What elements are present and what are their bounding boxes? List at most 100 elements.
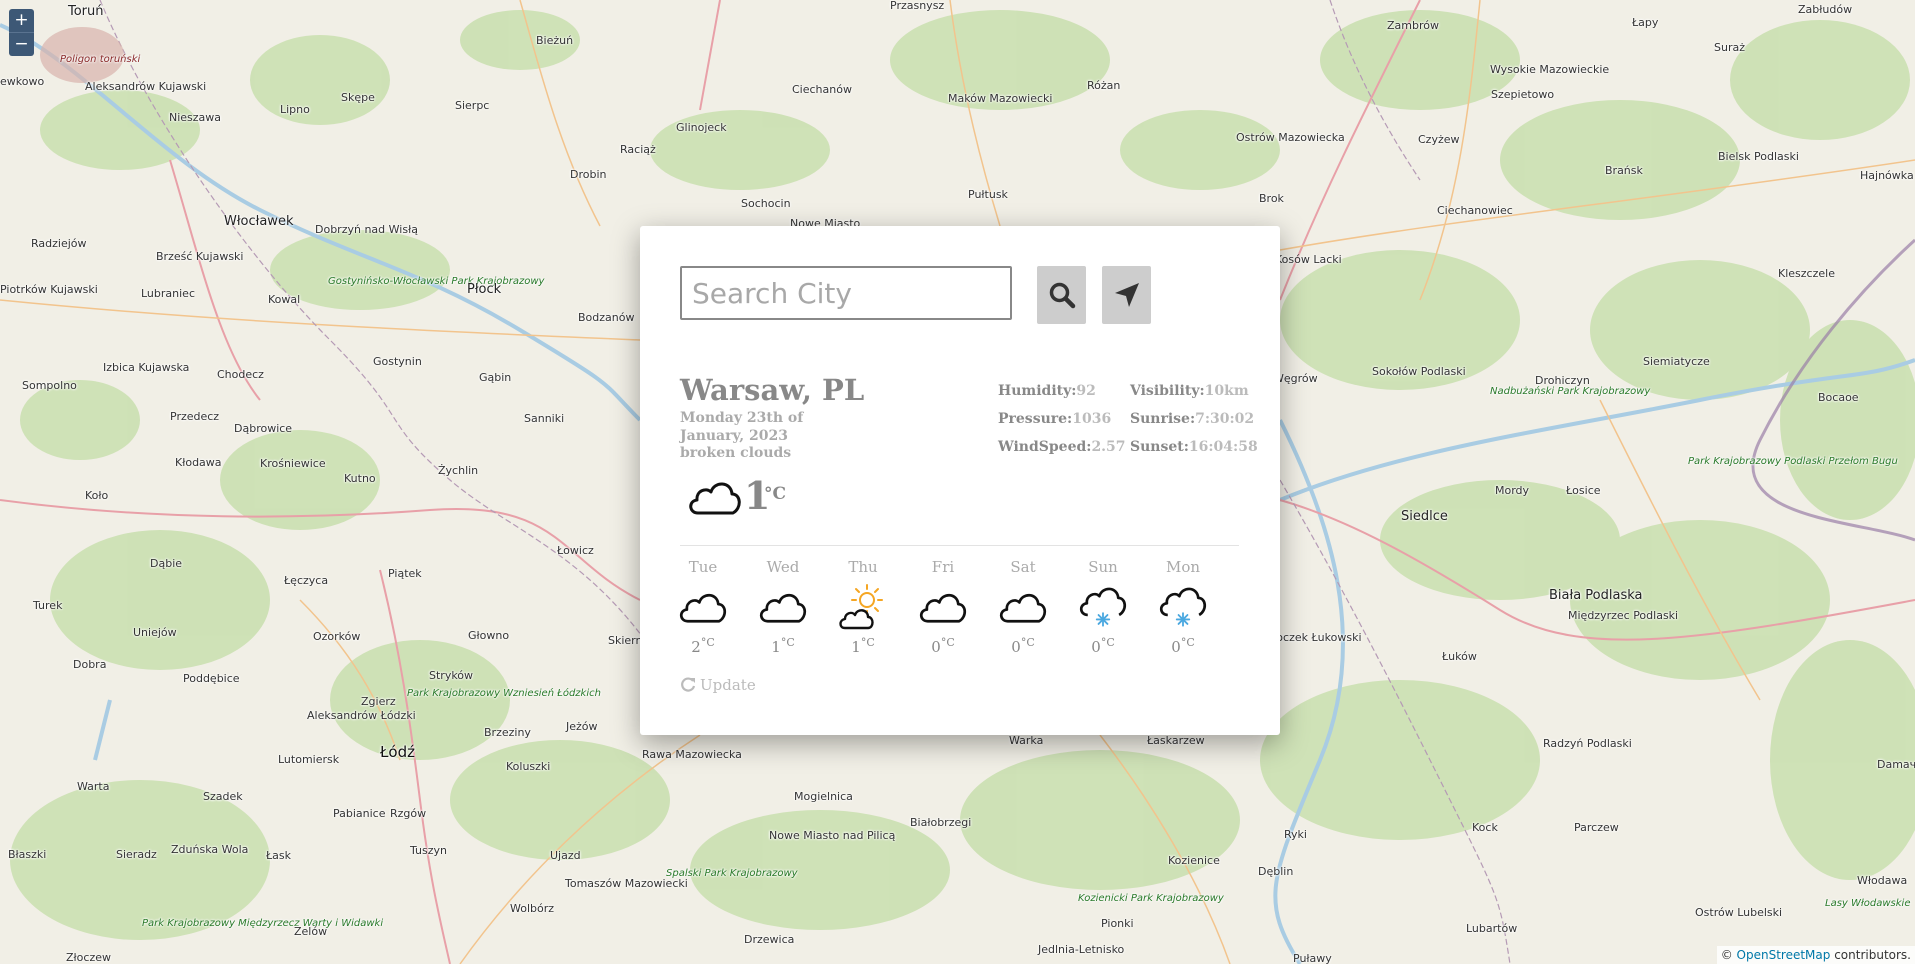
update-button[interactable]: Update	[680, 676, 756, 694]
forecast-temperature: 0°C	[1091, 636, 1115, 656]
forecast-temperature: 0°C	[931, 636, 955, 656]
place-label: Pabianice	[333, 807, 386, 820]
place-label: Złoczew	[66, 951, 111, 964]
place-label: Lipno	[280, 103, 310, 116]
sunrise-label: Sunrise:	[1130, 411, 1196, 427]
humidity-value: 92	[1076, 383, 1096, 399]
location-arrow-icon	[1114, 283, 1139, 307]
place-label: Bieżuń	[536, 34, 574, 47]
date-text: Monday 23th of January, 2023	[680, 410, 804, 444]
place-label: Hajnówka	[1860, 169, 1914, 182]
forecast-day-name: Sun	[1088, 558, 1118, 576]
place-label: Dobra	[73, 658, 107, 671]
place-label: Ryki	[1284, 828, 1307, 841]
cloud-icon	[748, 580, 818, 632]
place-label: Aleksandrów Łódzki	[307, 709, 416, 722]
place-label: Zgierz	[361, 695, 396, 708]
place-label: Siemiatycze	[1643, 355, 1710, 368]
place-label: Brok	[1259, 192, 1284, 205]
place-label: Maków Mazowiecki	[948, 92, 1053, 105]
place-label: Skępe	[341, 91, 375, 104]
place-label: Dęblin	[1258, 865, 1294, 878]
place-label: Żychlin	[438, 464, 479, 477]
place-label: Drzewica	[744, 933, 795, 946]
place-label: Warka	[1009, 734, 1044, 747]
place-label: Łosice	[1566, 484, 1601, 497]
zoom-out-button[interactable]: −	[9, 32, 34, 56]
place-label: Wysokie Mazowieckie	[1490, 63, 1610, 76]
snow-cloud-icon	[1068, 580, 1138, 632]
place-label: Mordy	[1495, 484, 1530, 497]
place-label: Rzgów	[390, 807, 427, 820]
search-button[interactable]	[1037, 266, 1086, 324]
place-label: Przasnysz	[890, 0, 945, 12]
place-label: Warta	[77, 780, 110, 793]
place-label: Glinojeck	[676, 121, 727, 134]
update-label: Update	[700, 676, 756, 694]
place-label: Włodawa	[1857, 874, 1908, 887]
place-label: Białobrzegi	[910, 816, 972, 829]
forecast-day-name: Fri	[931, 558, 955, 576]
place-label: Koluszki	[506, 760, 551, 773]
wind-speed-stat: WindSpeed:2.57	[998, 439, 1126, 455]
place-label: Lutomiersk	[278, 753, 340, 766]
locate-button[interactable]	[1102, 266, 1151, 324]
forecast-day-name: Wed	[766, 558, 800, 576]
forecast-day: Wed 1°C	[748, 558, 818, 656]
place-label: Jedlnia-Letnisko	[1038, 943, 1125, 956]
openstreetmap-link[interactable]: OpenStreetMap	[1737, 948, 1831, 962]
forecast-day-name: Mon	[1165, 558, 1201, 576]
cloud-icon	[988, 580, 1058, 632]
place-label: Krośniewice	[260, 457, 326, 470]
place-label: Kozienice	[1168, 854, 1220, 867]
forecast-temperature: 0°C	[1171, 636, 1195, 656]
pressure-stat: Pressure:1036	[998, 411, 1111, 427]
place-label: Włocławek	[224, 214, 294, 229]
place-label: Spalski Park Krajobrazowy	[666, 868, 798, 879]
place-label: Sanniki	[524, 412, 565, 425]
place-label: Głowno	[468, 629, 510, 642]
place-label: Lasy Włodawskie	[1825, 898, 1911, 909]
search-icon	[1049, 282, 1075, 309]
place-label: Dąbrowice	[234, 422, 293, 435]
place-label: Bodzanów	[578, 311, 635, 324]
place-label: Damaчeвa	[1877, 758, 1915, 771]
forecast-day-name: Tue	[688, 558, 718, 576]
place-label: Łask	[266, 849, 292, 862]
zoom-in-button[interactable]: +	[9, 9, 34, 32]
refresh-icon	[681, 677, 696, 692]
place-label: Drobin	[570, 168, 607, 181]
zoom-control: + −	[9, 9, 34, 56]
place-label: Łuków	[1442, 650, 1477, 663]
place-label: Pułtusk	[968, 188, 1008, 201]
forecast-day-name: Sat	[1010, 558, 1036, 576]
place-label: Chodecz	[217, 368, 264, 381]
attribution-prefix: ©	[1720, 948, 1733, 962]
forecast-day: Tue 2°C	[668, 558, 738, 656]
place-label: Izbica Kujawska	[103, 361, 190, 374]
place-label: Łowicz	[557, 544, 594, 557]
place-label: Mogielnica	[794, 790, 853, 803]
place-label: Raciąż	[620, 143, 656, 156]
search-city-input[interactable]	[680, 266, 1012, 320]
forecast-day-name: Thu	[848, 558, 878, 576]
humidity-stat: Humidity:92	[998, 383, 1096, 399]
pressure-label: Pressure:	[998, 411, 1073, 427]
sunset-value: 16:04:58	[1188, 439, 1258, 455]
place-label: Brześć Kujawski	[156, 250, 244, 263]
forecast-temperature: 1°C	[851, 636, 875, 656]
place-label: Piotrków Kujawski	[0, 283, 98, 296]
place-label: Nowe Miasto nad Pilicą	[769, 829, 896, 842]
place-label: Łaskarzew	[1147, 734, 1205, 747]
humidity-label: Humidity:	[998, 383, 1077, 399]
place-label: Ujazd	[550, 849, 581, 862]
divider	[680, 545, 1239, 546]
place-label: Zelów	[294, 925, 328, 938]
place-label: Dąbie	[150, 557, 183, 570]
place-label: Ciechanów	[792, 83, 852, 96]
place-label: Różan	[1087, 79, 1121, 92]
wind-speed-label: WindSpeed:	[998, 439, 1092, 455]
forecast-day: Sun 0°C	[1068, 558, 1138, 656]
place-label: Kłodawa	[175, 456, 222, 469]
place-label: Przedecz	[170, 410, 220, 423]
